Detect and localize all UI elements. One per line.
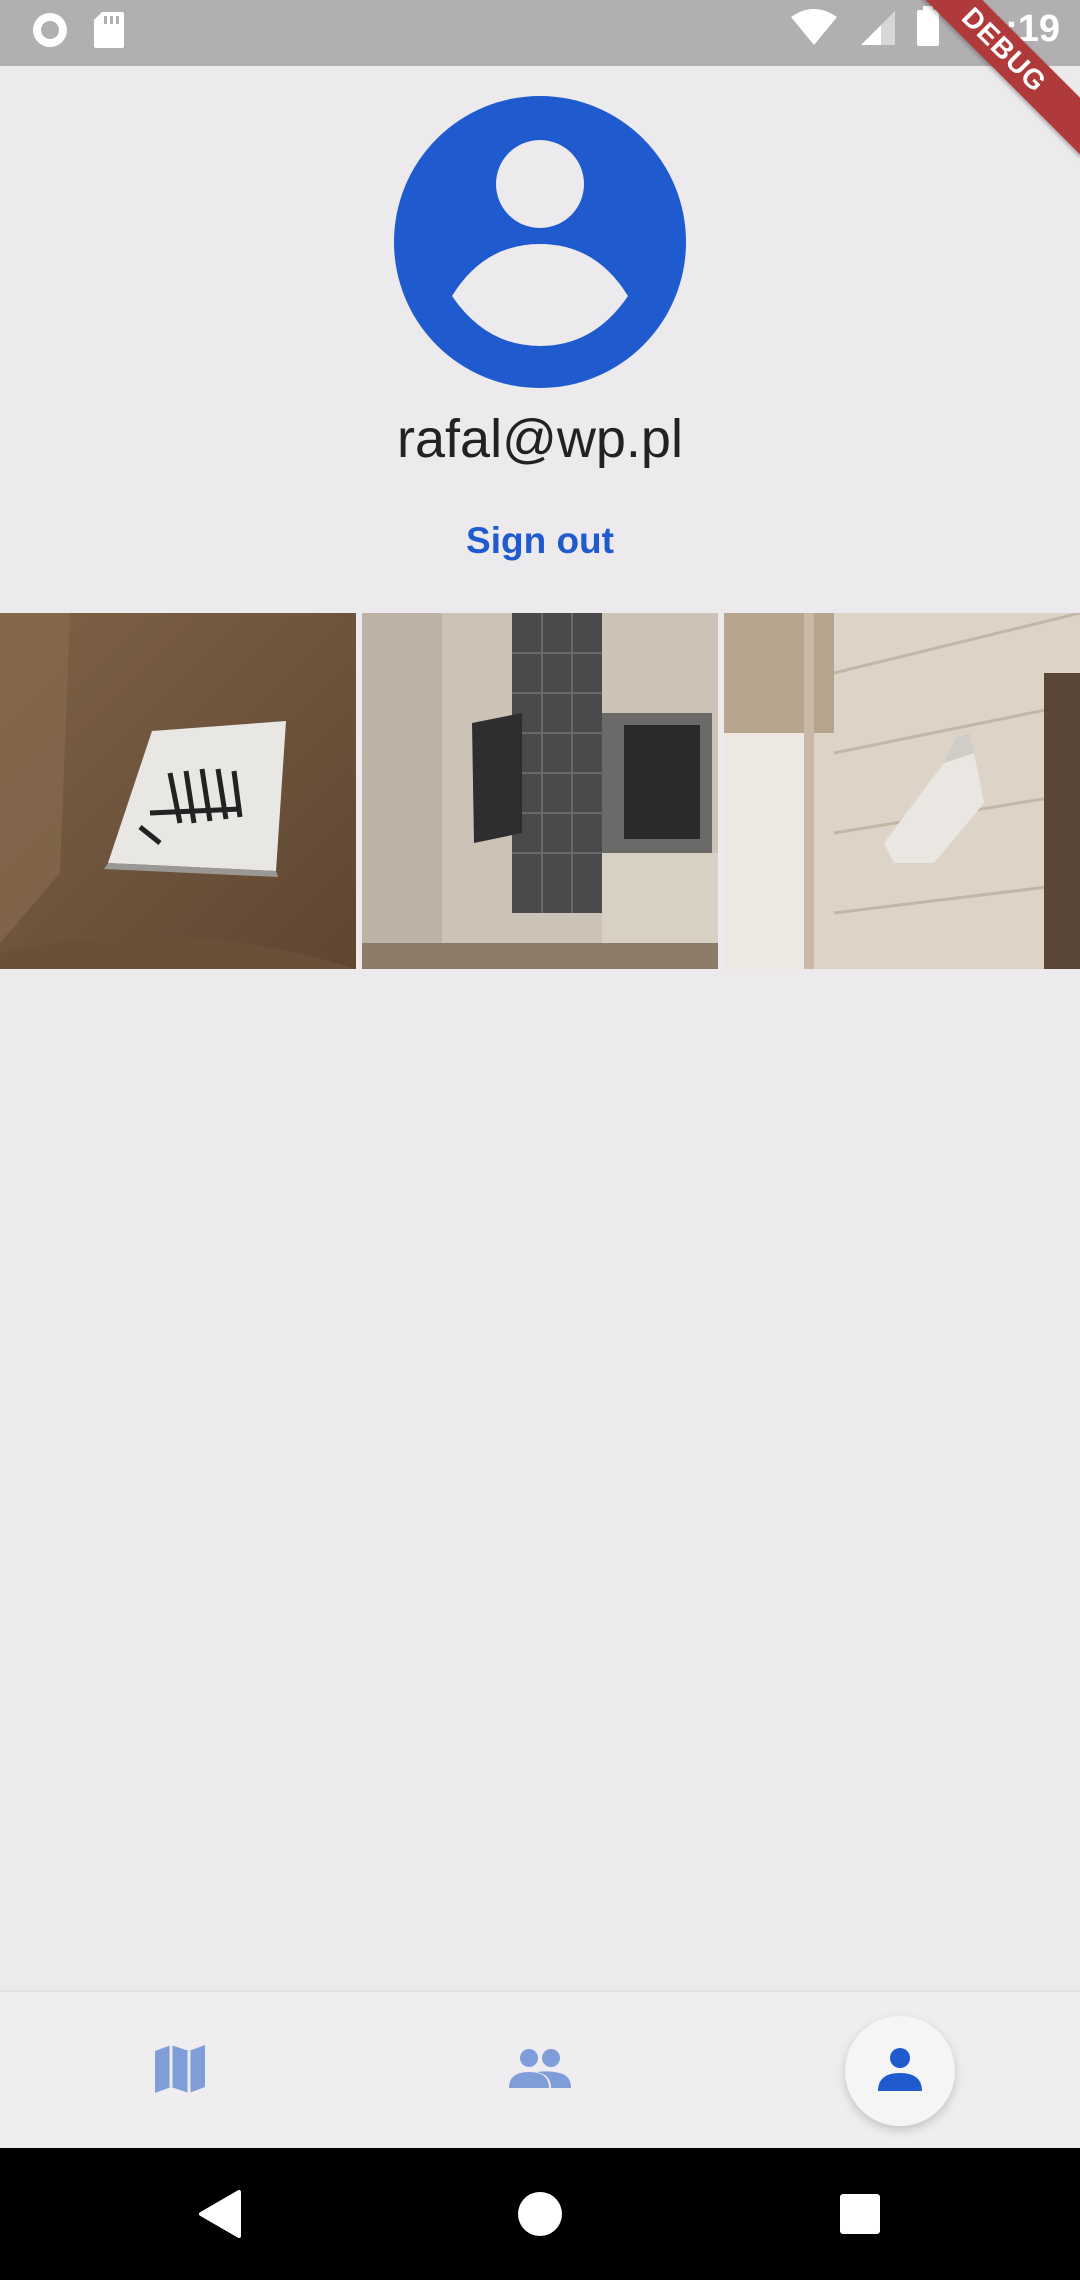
bottom-navigation: [0, 1990, 1080, 2150]
signal-icon: [857, 7, 897, 52]
home-icon[interactable]: [510, 2184, 570, 2244]
bathroom-photo[interactable]: [362, 613, 718, 969]
recents-icon[interactable]: [830, 2184, 890, 2244]
people-icon: [507, 2048, 573, 2095]
sd-card-icon: [92, 10, 126, 55]
nav-item-map[interactable]: [0, 1992, 360, 2150]
map-icon: [153, 2043, 207, 2100]
account-circle-icon: [394, 96, 686, 388]
status-bar: 11:19 DEBUG: [0, 0, 1080, 157]
back-icon[interactable]: [190, 2184, 250, 2244]
nav-active-indicator: [845, 2016, 955, 2126]
battery-icon: [915, 6, 941, 53]
system-navigation-bar: [0, 2148, 1080, 2280]
photo-gallery: [0, 613, 1080, 969]
wall-sculpture-photo[interactable]: [724, 613, 1080, 969]
person-icon: [877, 2047, 923, 2096]
zebra-picture-photo[interactable]: [0, 613, 356, 969]
user-email: rafal@wp.pl: [397, 409, 683, 469]
record-icon: [30, 10, 70, 55]
nav-item-people[interactable]: [360, 1992, 720, 2150]
wifi-icon: [789, 7, 839, 52]
sign-out-button[interactable]: Sign out: [0, 520, 1080, 562]
nav-item-profile[interactable]: [720, 1992, 1080, 2150]
